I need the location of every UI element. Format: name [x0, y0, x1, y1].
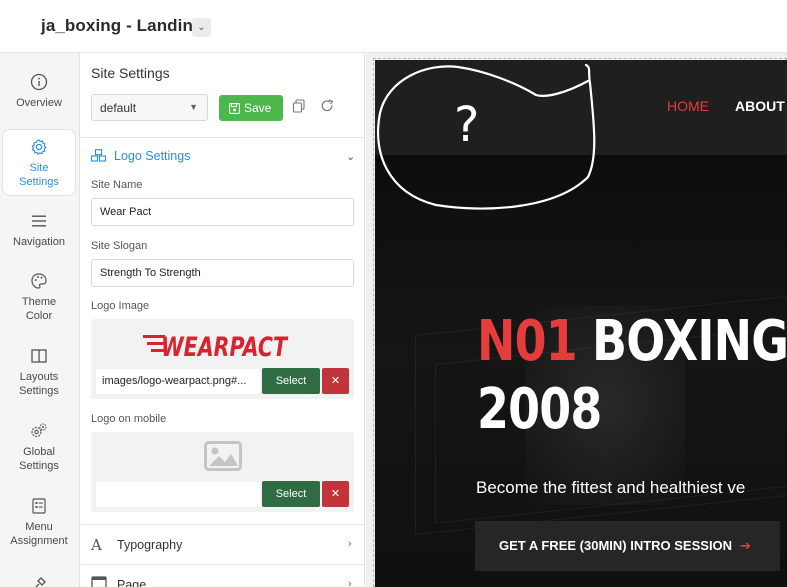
- sidebar-item-navigation[interactable]: Navigation: [2, 212, 76, 249]
- preset-select[interactable]: default ▼: [91, 94, 208, 121]
- copy-icon[interactable]: [292, 99, 306, 113]
- logo-mobile-label: Logo on mobile: [91, 413, 167, 425]
- cubes-icon: [90, 149, 107, 162]
- chevron-right-icon: ›: [348, 578, 352, 587]
- site-preview: HOME ABOUT N01 BOXING ST 2008 Become the…: [366, 53, 787, 587]
- logo-mobile-picker: Select ✕: [91, 432, 354, 512]
- columns-icon: [31, 349, 47, 363]
- hero-title-text: BOXING ST: [592, 309, 787, 374]
- sidebar-item-label: Overview: [16, 97, 62, 109]
- preview-site: HOME ABOUT N01 BOXING ST 2008 Become the…: [375, 60, 787, 587]
- sidebar-item-more[interactable]: [2, 575, 76, 587]
- hero-title-year: 2008: [477, 377, 602, 442]
- section-title: Logo Settings: [114, 149, 191, 163]
- panel-title: Site Settings: [91, 65, 170, 81]
- select-mobile-logo-button[interactable]: Select: [262, 481, 320, 507]
- logo-mobile-path[interactable]: [96, 482, 260, 507]
- info-icon: [30, 73, 48, 91]
- hero-title: N01 BOXING ST 2008: [477, 308, 787, 444]
- logo-settings-header[interactable]: Logo Settings: [90, 149, 190, 163]
- page-section[interactable]: Page ›: [81, 564, 365, 587]
- image-placeholder-icon: [204, 441, 242, 471]
- logo-preview: WEARPACT: [141, 323, 311, 363]
- chevron-right-icon: ›: [348, 538, 352, 550]
- menu-icon: [32, 215, 46, 227]
- sidebar-item-theme-color[interactable]: Theme Color: [2, 272, 76, 323]
- sidebar-item-label: Menu Assignment: [10, 521, 68, 547]
- wearpact-logo: WEARPACT: [143, 332, 289, 363]
- remove-mobile-logo-button[interactable]: ✕: [322, 481, 349, 507]
- section-label: Page: [117, 578, 147, 587]
- logo-image-path[interactable]: images/logo-wearpact.png#...: [96, 369, 260, 394]
- nav-home-link[interactable]: HOME: [667, 98, 709, 114]
- typography-section[interactable]: A Typography ›: [81, 524, 365, 564]
- sidebar-item-overview[interactable]: Overview: [2, 73, 76, 110]
- intro-session-button[interactable]: GET A FREE (30MIN) INTRO SESSION ➔: [475, 521, 780, 571]
- hero-title-highlight: N01: [477, 309, 578, 374]
- font-icon: A: [91, 536, 102, 554]
- gear-icon: [31, 139, 47, 156]
- site-name-field[interactable]: Wear Pact: [91, 198, 354, 226]
- sidebar-item-label: Site Settings: [19, 162, 59, 188]
- sidebar-item-label: Navigation: [13, 236, 65, 248]
- close-icon: ✕: [330, 375, 341, 387]
- logo-image-label: Logo Image: [91, 300, 150, 312]
- sidebar-item-label: Layouts Settings: [19, 371, 59, 397]
- page-icon: [91, 576, 107, 587]
- sidebar-item-layouts-settings[interactable]: Layouts Settings: [2, 347, 76, 398]
- logo-image-picker: WEARPACT images/logo-wearpact.png#... Se…: [91, 319, 354, 399]
- floppy-disk-icon: [229, 103, 240, 114]
- site-header: HOME ABOUT: [375, 60, 787, 155]
- remove-logo-button[interactable]: ✕: [322, 368, 349, 394]
- sidebar-rail: Overview Site Settings Navigation Theme …: [0, 53, 80, 587]
- top-bar: ja_boxing - Landing ⌄: [0, 0, 787, 53]
- sidebar-item-label: Global Settings: [19, 446, 59, 472]
- site-slogan-label: Site Slogan: [91, 240, 148, 252]
- section-label: Typography: [117, 538, 183, 552]
- arrow-right-icon: ➔: [740, 538, 751, 553]
- refresh-icon[interactable]: [320, 99, 334, 113]
- page-title: ja_boxing - Landing: [41, 16, 204, 35]
- palette-icon: [31, 273, 47, 289]
- caret-down-icon: ▼: [189, 102, 198, 112]
- svg-text:WEARPACT: WEARPACT: [161, 332, 289, 363]
- site-name-label: Site Name: [91, 179, 143, 191]
- title-dropdown-button[interactable]: ⌄: [192, 18, 211, 37]
- save-label: Save: [244, 101, 272, 115]
- sidebar-item-global-settings[interactable]: Global Settings: [2, 422, 76, 473]
- chevron-down-icon: ⌄: [197, 22, 206, 33]
- save-button[interactable]: Save: [219, 95, 283, 121]
- checklist-icon: [32, 498, 46, 514]
- preset-value: default: [100, 101, 137, 115]
- sidebar-item-menu-assignment[interactable]: Menu Assignment: [2, 497, 76, 548]
- tools-icon: [35, 577, 46, 587]
- close-icon: ✕: [330, 488, 341, 500]
- cta-label: GET A FREE (30MIN) INTRO SESSION: [499, 538, 733, 553]
- select-logo-button[interactable]: Select: [262, 368, 320, 394]
- sidebar-item-label: Theme Color: [21, 296, 57, 322]
- sidebar-item-site-settings[interactable]: Site Settings: [2, 129, 76, 196]
- divider: [81, 137, 365, 138]
- hero-subtitle: Become the fittest and healthiest ve: [476, 478, 746, 497]
- gears-icon: [31, 423, 47, 438]
- site-slogan-field[interactable]: Strength To Strength: [91, 259, 354, 287]
- settings-panel: Site Settings default ▼ Save Logo Settin…: [81, 53, 365, 587]
- nav-about-link[interactable]: ABOUT: [735, 98, 785, 114]
- chevron-down-icon[interactable]: ⌄: [346, 150, 355, 163]
